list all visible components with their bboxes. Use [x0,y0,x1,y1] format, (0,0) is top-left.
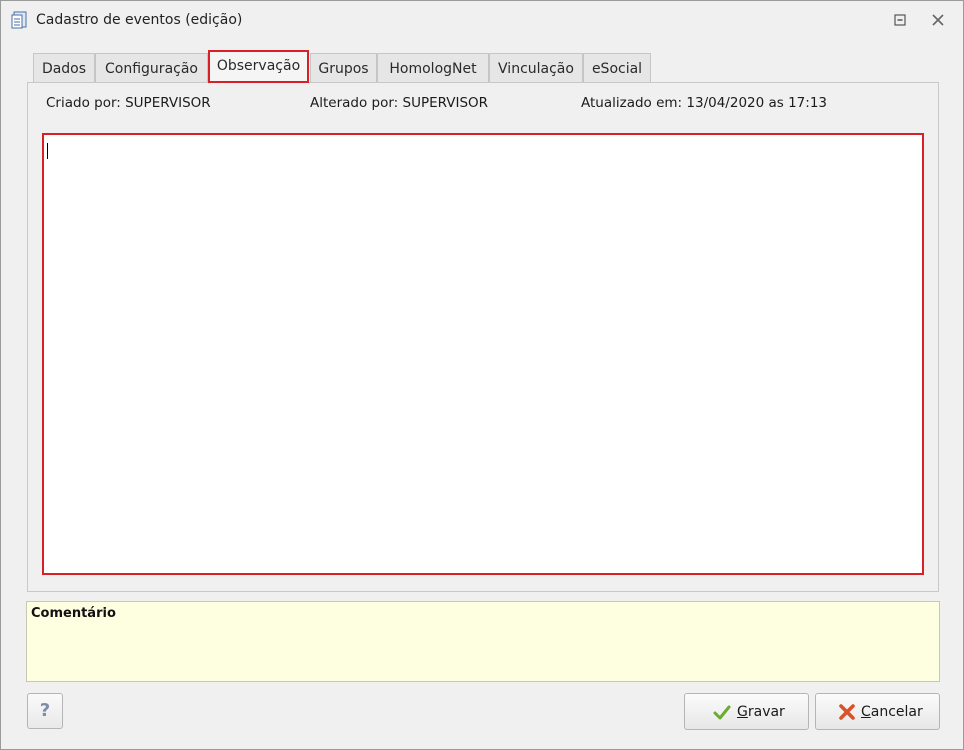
created-by-label: Criado por: SUPERVISOR [46,95,211,111]
tab-homolognet[interactable]: HomologNet [377,53,489,82]
checkmark-icon [713,705,731,720]
dialog-window: Cadastro de eventos (edição) Dados Confi… [0,0,964,750]
tab-vinculacao[interactable]: Vinculação [489,53,583,82]
tab-configuracao[interactable]: Configuração [95,53,208,82]
tab-dados[interactable]: Dados [33,53,95,82]
cancel-button-label: Cancelar [861,704,923,720]
comment-title: Comentário [31,606,116,621]
window-title: Cadastro de eventos (edição) [36,12,243,28]
tab-esocial[interactable]: eSocial [583,53,651,82]
app-icon [11,11,27,29]
text-caret [47,143,48,159]
save-button[interactable]: Gravar [684,693,809,730]
altered-by-label: Alterado por: SUPERVISOR [310,95,489,111]
title-bar: Cadastro de eventos (edição) [1,1,963,39]
updated-at-label: Atualizado em: 13/04/2020 as 17:13 [581,95,827,111]
comment-panel: Comentário [26,601,940,682]
help-button[interactable]: ? [27,693,63,729]
save-button-label: Gravar [737,704,785,720]
cancel-x-icon [839,704,855,720]
tab-grupos[interactable]: Grupos [310,53,377,82]
tab-observacao[interactable]: Observação [208,50,309,83]
observation-textarea[interactable] [42,133,924,575]
close-icon[interactable] [930,12,946,28]
cancel-button[interactable]: Cancelar [815,693,940,730]
restore-icon[interactable] [892,12,908,28]
